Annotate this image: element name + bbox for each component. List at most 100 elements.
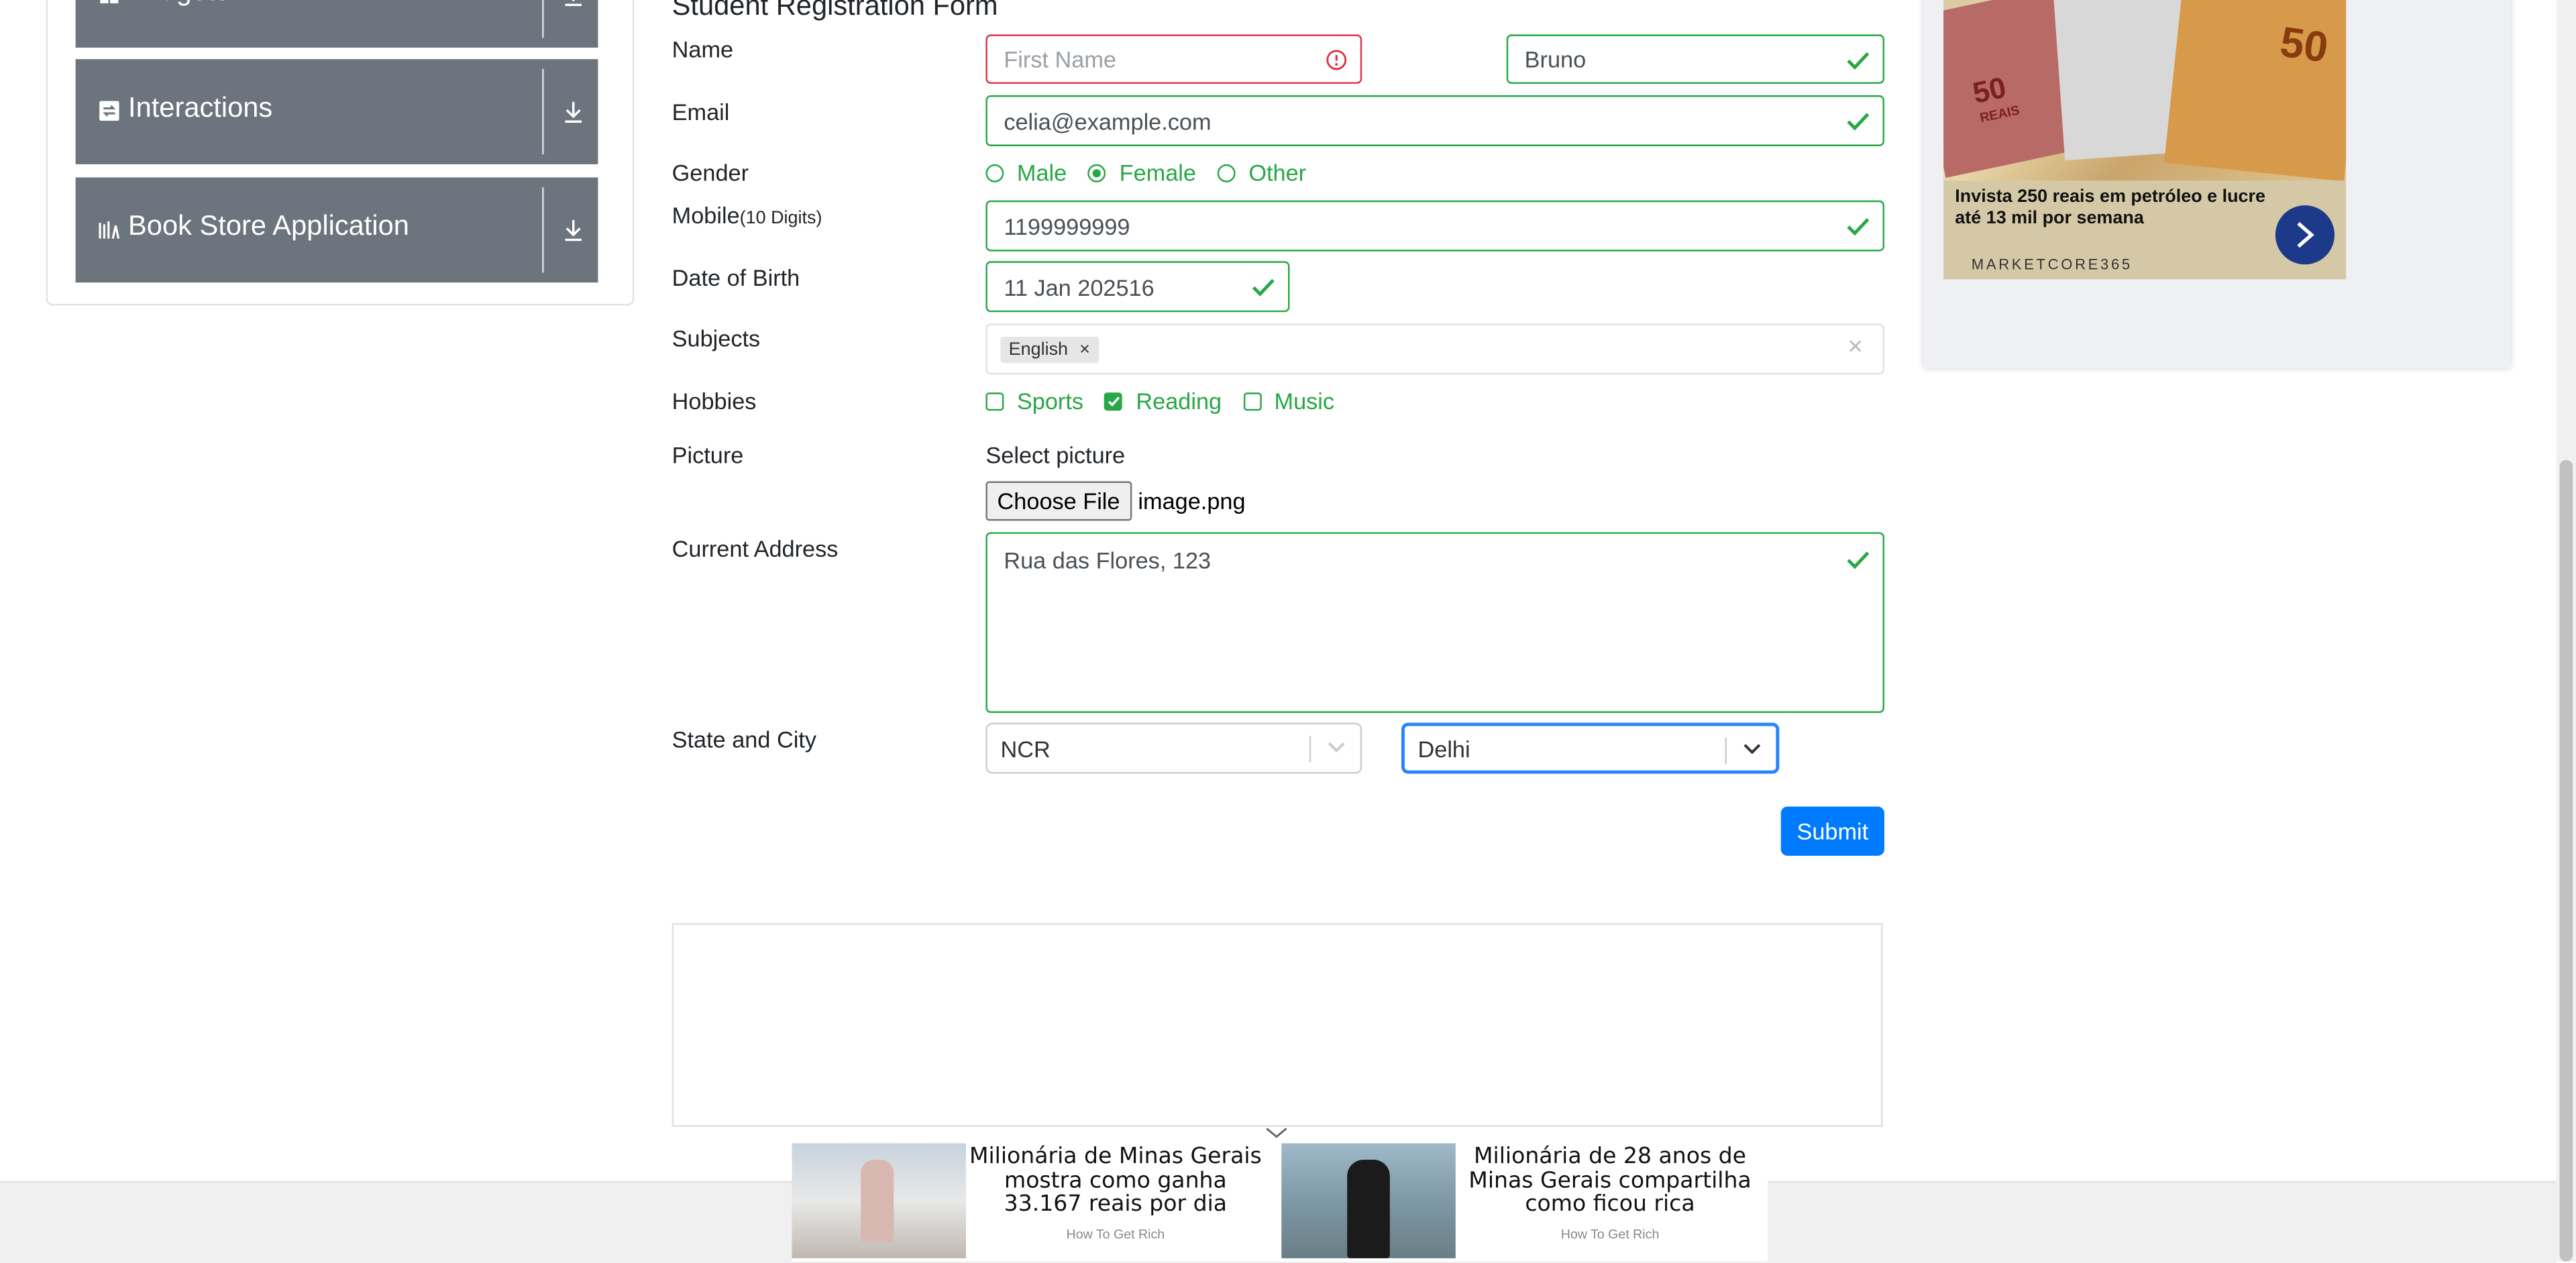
divider — [542, 0, 544, 38]
submit-button[interactable]: Submit — [1780, 806, 1885, 856]
chevron-down-icon — [1266, 1128, 1287, 1138]
last-name-input[interactable]: Bruno — [1506, 34, 1885, 84]
last-name-value: Bruno — [1524, 46, 1587, 72]
label-email: Email — [672, 98, 730, 125]
check-icon — [1847, 113, 1870, 131]
gender-radio-group: Male Female Other — [985, 160, 1328, 186]
gender-other-radio[interactable]: Other — [1217, 159, 1307, 186]
error-icon — [1326, 49, 1347, 75]
checkbox-label: Sports — [1016, 387, 1084, 415]
label-gender: Gender — [672, 159, 749, 186]
gender-female-radio[interactable]: Female — [1088, 160, 1196, 186]
ad-source: How To Get Rich — [1560, 1227, 1660, 1242]
label-subjects: Subjects — [672, 325, 761, 352]
state-select[interactable]: NCR — [985, 722, 1362, 774]
dob-input[interactable]: 11 Jan 202516 — [985, 261, 1290, 313]
thumbnail-figure — [861, 1159, 894, 1242]
checkbox-label: Reading — [1136, 387, 1222, 415]
label-hobbies: Hobbies — [672, 387, 757, 415]
radio-circle-selected — [1088, 163, 1107, 182]
check-icon — [1847, 52, 1870, 70]
radio-label: Male — [1016, 159, 1067, 186]
check-icon — [1252, 278, 1275, 296]
ad-caption-box: Invista 250 reais em petróleo e lucre at… — [1943, 180, 2347, 280]
select-separator — [1309, 736, 1311, 763]
ad-next-button[interactable] — [2275, 205, 2335, 265]
choose-file-button[interactable]: Choose File — [985, 481, 1132, 521]
sidebar-group-title: Interactions — [128, 92, 273, 123]
clear-icon[interactable]: × — [1847, 333, 1863, 363]
download-icon[interactable] — [562, 99, 585, 125]
ad-headline: Milionária de 28 anos de Minas Gerais co… — [1468, 1143, 1752, 1217]
check-icon — [1847, 218, 1870, 236]
ad-source: How To Get Rich — [1066, 1227, 1165, 1242]
label-mobile-hint: (10 Digits) — [739, 209, 822, 229]
download-icon[interactable] — [562, 0, 585, 8]
label-mobile: Mobile(10 Digits) — [672, 202, 822, 228]
remove-chip-icon[interactable]: × — [1079, 339, 1090, 359]
radio-circle — [985, 163, 1004, 182]
ad-banknote-image: 50 REAIS 50 — [1943, 0, 2347, 181]
divider — [542, 68, 544, 155]
mobile-value: 1199999999 — [1004, 213, 1130, 239]
radio-label: Other — [1248, 159, 1307, 186]
ad-brand: MARKETCORE365 — [1971, 256, 2133, 273]
address-value: Rua das Flores, 123 — [1004, 547, 1212, 573]
ad-collapse-handle[interactable] — [1265, 1120, 1288, 1138]
ad-right[interactable]: 50 REAIS 50 Invista 250 reais em petróle… — [1923, 0, 2511, 368]
checkbox — [1242, 392, 1261, 410]
download-icon[interactable] — [562, 217, 585, 243]
email-input[interactable]: celia@example.com — [985, 95, 1885, 146]
chevron-down-icon — [1328, 742, 1345, 753]
ad-headline: Invista 250 reais em petróleo e lucre at… — [1955, 187, 2266, 229]
label-mobile-text: Mobile — [672, 202, 740, 229]
ad-thumbnail — [1281, 1143, 1456, 1258]
hobby-music-checkbox[interactable]: Music — [1242, 387, 1335, 415]
banknote-number: 50 — [2277, 16, 2331, 72]
state-value: NCR — [1000, 734, 1051, 762]
hobbies-group: Sports Reading Music — [985, 388, 1355, 414]
chevron-down-icon — [1743, 744, 1761, 755]
label-dob: Date of Birth — [672, 264, 800, 291]
sidebar-group-book-store[interactable]: Book Store Application — [75, 177, 598, 283]
current-address-textarea[interactable]: Rua das Flores, 123 — [985, 532, 1885, 713]
divider — [542, 187, 544, 273]
sidebar-group-title: Widgets — [128, 0, 229, 8]
checkbox-checked — [1104, 392, 1123, 410]
subject-chip: English × — [1000, 335, 1099, 363]
ad-frame — [672, 923, 1883, 1128]
file-picker: Choose File image.png — [985, 481, 1246, 521]
city-select[interactable]: Delhi — [1401, 722, 1780, 774]
interactions-icon — [99, 100, 120, 121]
thumbnail-figure — [1347, 1159, 1390, 1258]
subjects-input[interactable]: English × × — [985, 323, 1885, 375]
file-name: image.png — [1138, 488, 1246, 514]
checkmark-icon — [1108, 396, 1120, 406]
ad-bottom[interactable]: Milionária de Minas Gerais mostra como g… — [792, 1128, 1768, 1262]
radio-label: Female — [1119, 159, 1196, 186]
select-separator — [1725, 737, 1727, 764]
label-name: Name — [672, 36, 734, 63]
subject-chip-label: English — [1008, 339, 1069, 360]
mobile-input[interactable]: 1199999999 — [985, 200, 1885, 252]
page-root: Widgets Interactions Book Store Applicat… — [0, 0, 2576, 1263]
gender-male-radio[interactable]: Male — [985, 160, 1067, 186]
checkbox — [985, 392, 1004, 410]
radio-circle — [1217, 163, 1236, 182]
chevron-right-icon — [2297, 222, 2314, 248]
first-name-placeholder: First Name — [1004, 46, 1116, 72]
select-picture-label: Select picture — [985, 441, 1126, 468]
books-icon — [99, 219, 120, 240]
scrollbar-thumb[interactable] — [2559, 459, 2573, 1262]
widgets-icon — [99, 0, 120, 5]
email-value: celia@example.com — [1004, 107, 1212, 134]
label-state-city: State and City — [672, 726, 816, 753]
checkbox-label: Music — [1274, 387, 1335, 415]
sidebar-group-interactions[interactable]: Interactions — [75, 59, 598, 164]
hobby-sports-checkbox[interactable]: Sports — [985, 388, 1083, 414]
hobby-reading-checkbox[interactable]: Reading — [1104, 387, 1222, 415]
ad-thumbnail — [792, 1143, 967, 1258]
sidebar-group-title: Book Store Application — [128, 210, 409, 242]
first-name-input[interactable]: First Name — [985, 34, 1362, 84]
sidebar-group-widgets[interactable]: Widgets — [75, 0, 598, 48]
